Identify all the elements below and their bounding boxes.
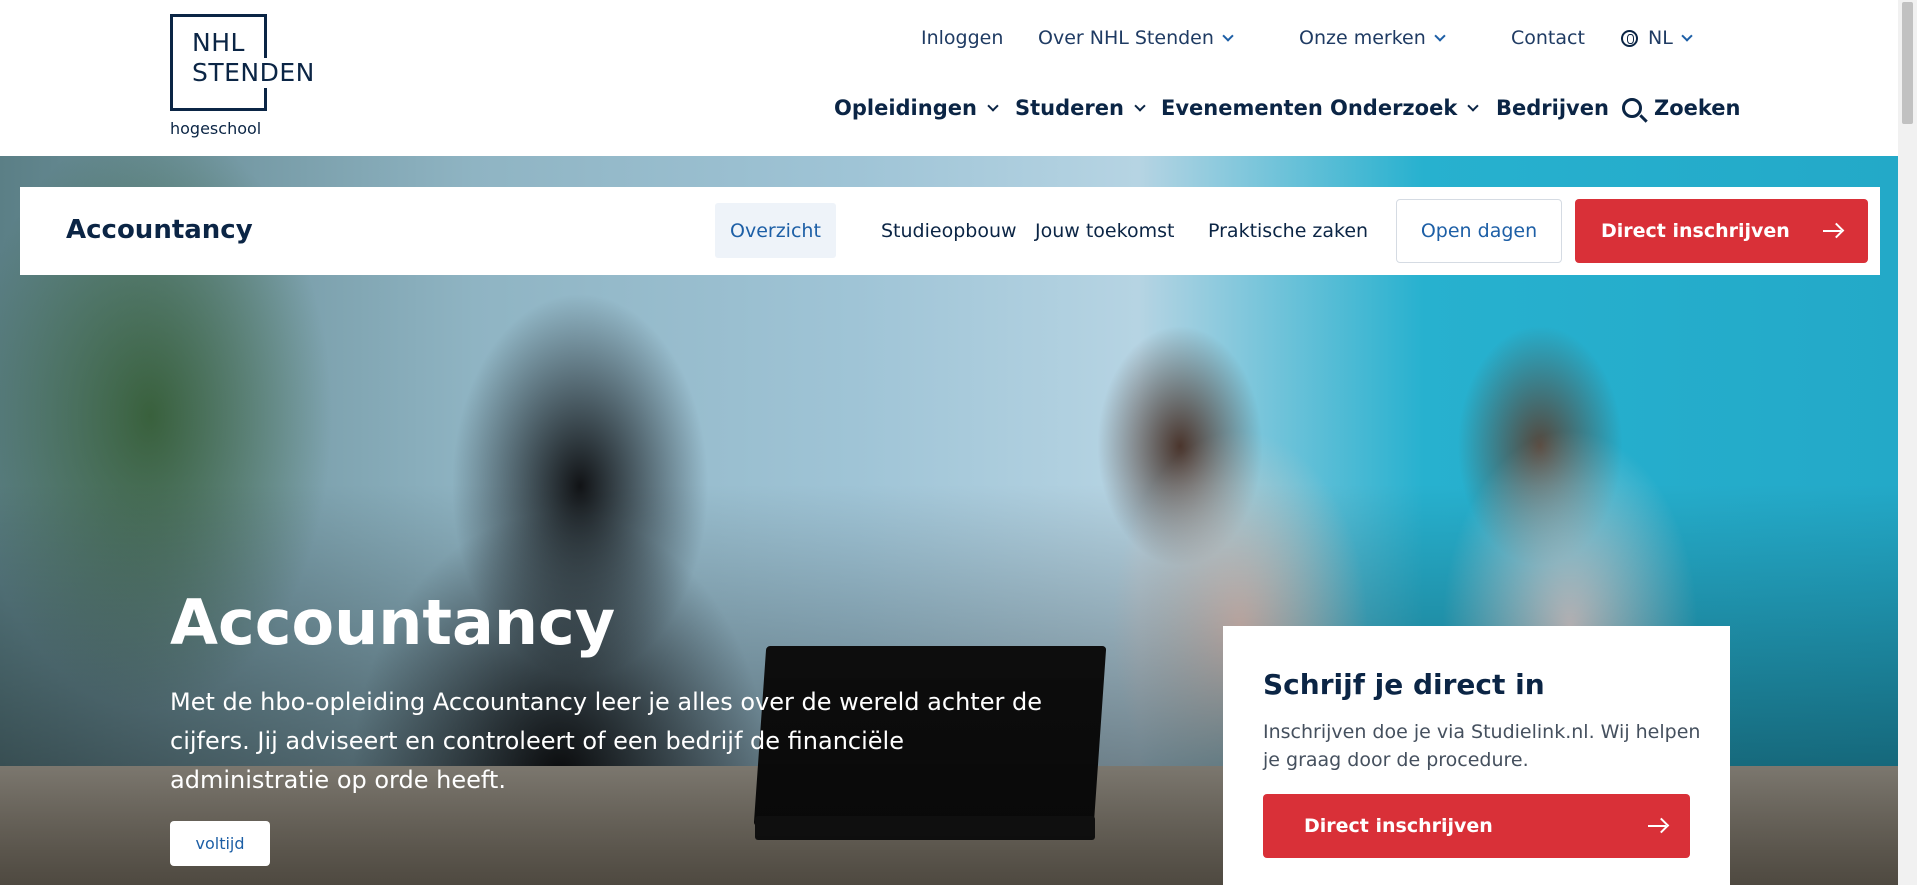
nav-studying-label: Studeren xyxy=(1015,96,1124,120)
enroll-card-text: Inschrijven doe je via Studielink.nl. Wi… xyxy=(1263,721,1701,771)
chevron-down-icon xyxy=(1134,99,1146,112)
nav-search-label: Zoeken xyxy=(1654,96,1741,120)
arrow-right-icon xyxy=(1647,824,1666,828)
brands-menu[interactable]: Onze merken xyxy=(1299,27,1446,49)
hero-description: Met de hbo-opleiding Accountancy leer je… xyxy=(170,688,1042,794)
tab-study-structure-label: Studieopbouw xyxy=(881,219,1017,242)
tab-overview-label: Overzicht xyxy=(730,219,821,242)
study-mode-label: voltijd xyxy=(195,834,245,853)
nav-companies-label: Bedrijven xyxy=(1496,96,1609,120)
nav-research-label: Onderzoek xyxy=(1330,96,1458,120)
enroll-card-title: Schrijf je direct in xyxy=(1263,668,1545,701)
chevron-down-icon xyxy=(1467,99,1479,112)
study-mode-button[interactable]: voltijd xyxy=(170,821,270,866)
open-days-label: Open dagen xyxy=(1420,220,1538,242)
tab-overview[interactable]: Overzicht xyxy=(715,203,836,258)
logo-wordmark: NHL STENDEN xyxy=(192,28,317,88)
nav-research[interactable]: Onderzoek xyxy=(1330,96,1479,120)
enroll-button-card[interactable]: Direct inschrijven xyxy=(1263,794,1690,858)
site-header: NHL STENDEN hogeschool Inloggen Over NHL… xyxy=(0,0,1898,156)
logo-subtitle: hogeschool xyxy=(170,119,262,138)
nav-studying[interactable]: Studeren xyxy=(1015,96,1146,120)
hero-section: Accountancy Overzicht Studieopbouw Jouw … xyxy=(0,156,1898,885)
logo-line-1: NHL xyxy=(192,28,262,58)
enroll-button-subnav[interactable]: Direct inschrijven xyxy=(1575,199,1868,263)
page-scrollbar[interactable] xyxy=(1898,0,1917,885)
login-link[interactable]: Inloggen xyxy=(921,27,1003,49)
page: NHL STENDEN hogeschool Inloggen Over NHL… xyxy=(0,0,1898,885)
contact-link[interactable]: Contact xyxy=(1511,27,1585,49)
language-selector[interactable]: NL xyxy=(1621,27,1693,49)
program-subnav: Accountancy Overzicht Studieopbouw Jouw … xyxy=(20,187,1880,275)
nav-programs-label: Opleidingen xyxy=(834,96,977,120)
nhl-stenden-logo[interactable]: NHL STENDEN hogeschool xyxy=(170,14,330,144)
tab-practical-matters-label: Praktische zaken xyxy=(1208,219,1369,242)
tab-practical-matters[interactable]: Praktische zaken xyxy=(1193,203,1383,258)
login-label: Inloggen xyxy=(921,27,1004,49)
logo-line-2: STENDEN xyxy=(192,58,317,88)
search-icon xyxy=(1622,98,1642,118)
nav-search[interactable]: Zoeken xyxy=(1622,96,1741,120)
nav-events-label: Evenementen xyxy=(1161,96,1323,120)
about-label: Over NHL Stenden xyxy=(1038,27,1214,49)
enroll-card: Schrijf je direct in Inschrijven doe je … xyxy=(1223,626,1730,885)
enroll-card-button-label: Direct inschrijven xyxy=(1304,815,1493,837)
tab-your-future-label: Jouw toekomst xyxy=(1035,219,1175,242)
language-label: NL xyxy=(1648,27,1673,49)
scrollbar-thumb[interactable] xyxy=(1902,2,1913,124)
about-menu[interactable]: Over NHL Stenden xyxy=(1038,27,1234,49)
tab-your-future[interactable]: Jouw toekomst xyxy=(1020,203,1189,258)
arrow-right-icon xyxy=(1822,229,1841,233)
nav-companies[interactable]: Bedrijven xyxy=(1496,96,1609,120)
chevron-down-icon xyxy=(987,99,999,112)
enroll-label: Direct inschrijven xyxy=(1601,220,1790,242)
nav-programs[interactable]: Opleidingen xyxy=(834,96,999,120)
contact-label: Contact xyxy=(1511,27,1585,49)
tab-study-structure[interactable]: Studieopbouw xyxy=(866,203,1032,258)
hero-title: Accountancy xyxy=(170,586,616,659)
chevron-down-icon xyxy=(1681,29,1693,42)
chevron-down-icon xyxy=(1222,29,1234,42)
globe-icon xyxy=(1621,29,1638,47)
chevron-down-icon xyxy=(1434,29,1446,42)
open-days-button[interactable]: Open dagen xyxy=(1396,199,1562,263)
brands-label: Onze merken xyxy=(1299,27,1426,49)
program-title: Accountancy xyxy=(66,215,253,245)
nav-events[interactable]: Evenementen xyxy=(1161,96,1323,120)
